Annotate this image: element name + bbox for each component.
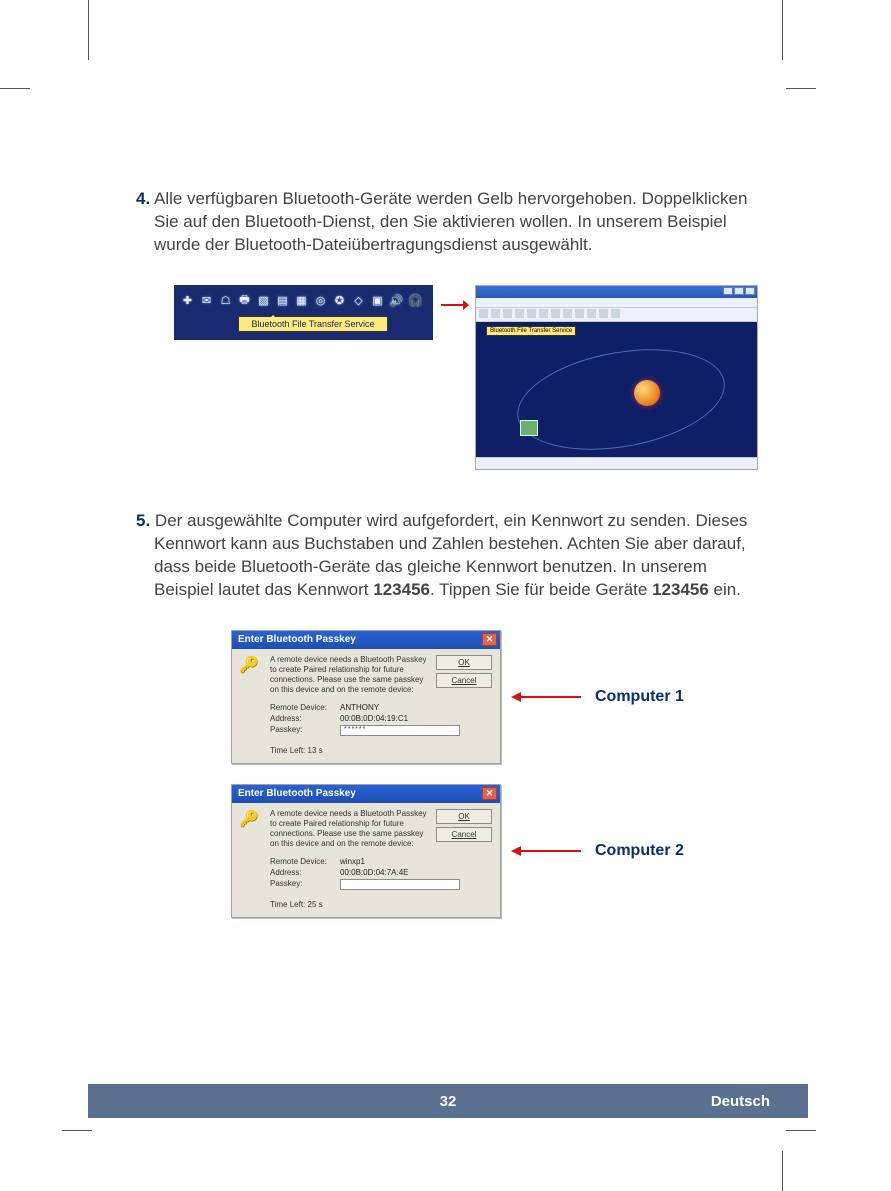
dialog-buttons: OK Cancel xyxy=(436,809,492,842)
step-4: 4. Alle verfügbaren Bluetooth-Geräte wer… xyxy=(136,188,758,257)
arrow-icon xyxy=(511,844,581,858)
dialog-body: 🔑 A remote device needs a Bluetooth Pass… xyxy=(232,649,500,763)
bluetooth-orbit-view: Bluetooth File Transfer Service xyxy=(476,322,757,457)
close-icon[interactable]: ✕ xyxy=(482,633,497,646)
dialogs-column: Enter Bluetooth Passkey ✕ 🔑 A remote dev… xyxy=(231,630,758,918)
time-left-text: Time Left: 25 s xyxy=(270,900,492,909)
icon-generic: ▧ xyxy=(256,293,271,308)
step-5-number: 5. xyxy=(136,511,150,530)
orbit-ellipse xyxy=(509,334,732,457)
crop-mark xyxy=(88,0,89,60)
dialog-fields: Remote Device: ANTHONY Address: 00:0B:0D… xyxy=(270,701,492,738)
page-footer: 32 Deutsch xyxy=(88,1084,808,1118)
passkey-label: Passkey: xyxy=(270,725,334,736)
dialog-title-text: Enter Bluetooth Passkey xyxy=(238,634,356,645)
figure-row-1: ✚ ✉ ☖ 🖶 ▧ ▤ ▦ ◎ ✪ ◇ ▣ 🔊 🎧 Bluetooth File… xyxy=(174,285,758,470)
icon-generic: ✚ xyxy=(180,293,195,308)
ok-button[interactable]: OK xyxy=(436,655,492,670)
device-icon xyxy=(520,420,538,436)
remote-device-label: Remote Device: xyxy=(270,857,334,866)
step-5-text-b: . Tippen Sie für beide Geräte xyxy=(430,580,652,599)
dialog-message: A remote device needs a Bluetooth Passke… xyxy=(270,809,430,849)
dialog-title-text: Enter Bluetooth Passkey xyxy=(238,788,356,799)
remote-device-label: Remote Device: xyxy=(270,703,334,712)
ok-button[interactable]: OK xyxy=(436,809,492,824)
page-number: 32 xyxy=(440,1093,457,1110)
address-label: Address: xyxy=(270,714,334,723)
address-label: Address: xyxy=(270,868,334,877)
remote-device-value: winxp1 xyxy=(340,857,365,866)
crop-mark xyxy=(62,1130,92,1131)
crop-mark xyxy=(786,1130,816,1131)
content-area: 4. Alle verfügbaren Bluetooth-Geräte wer… xyxy=(88,88,808,918)
arrow-icon xyxy=(439,285,469,325)
close-icon[interactable]: ✕ xyxy=(482,787,497,800)
step-5-password-1: 123456 xyxy=(373,580,430,599)
window-menubar xyxy=(476,298,757,308)
window-min-icon xyxy=(723,287,733,295)
dialog-message: A remote device needs a Bluetooth Passke… xyxy=(270,655,430,695)
time-left-text: Time Left: 13 s xyxy=(270,746,492,755)
toolbar-tooltip: Bluetooth File Transfer Service xyxy=(238,316,388,332)
icon-generic: 🎧 xyxy=(408,293,423,308)
footer-language: Deutsch xyxy=(711,1093,770,1110)
arrow-icon xyxy=(511,690,581,704)
passkey-dialog-2: Enter Bluetooth Passkey ✕ 🔑 A remote dev… xyxy=(231,784,501,918)
crop-mark xyxy=(782,0,783,60)
icon-generic: ◎ xyxy=(313,293,328,308)
window-toolbar xyxy=(476,308,757,322)
window-max-icon xyxy=(734,287,744,295)
screenshot-tooltip: Bluetooth File Transfer Service xyxy=(486,326,576,336)
icon-generic: ✉ xyxy=(199,293,214,308)
cancel-button[interactable]: Cancel xyxy=(436,827,492,842)
step-5: 5. Der ausgewählte Computer wird aufgefo… xyxy=(136,510,758,602)
passkey-input[interactable]: ****** xyxy=(340,725,460,736)
window-titlebar xyxy=(476,286,757,298)
page: 4. Alle verfügbaren Bluetooth-Geräte wer… xyxy=(88,88,808,1118)
passkey-input[interactable] xyxy=(340,879,460,890)
passkey-label: Passkey: xyxy=(270,879,334,890)
key-icon: 🔑 xyxy=(240,809,258,835)
icon-generic: ✪ xyxy=(332,293,347,308)
crop-mark xyxy=(0,88,30,89)
step-4-text: Alle verfügbaren Bluetooth-Geräte werden… xyxy=(154,189,747,254)
remote-device-value: ANTHONY xyxy=(340,703,379,712)
icon-generic: 🖶 xyxy=(237,293,252,308)
dialog-titlebar: Enter Bluetooth Passkey ✕ xyxy=(232,631,500,649)
bluetooth-places-screenshot: Bluetooth File Transfer Service xyxy=(475,285,758,470)
toolbar-icons: ✚ ✉ ☖ 🖶 ▧ ▤ ▦ ◎ ✪ ◇ ▣ 🔊 🎧 xyxy=(178,291,429,310)
passkey-dialog-1: Enter Bluetooth Passkey ✕ 🔑 A remote dev… xyxy=(231,630,501,764)
bluetooth-toolbar-figure: ✚ ✉ ☖ 🖶 ▧ ▤ ▦ ◎ ✪ ◇ ▣ 🔊 🎧 Bluetooth File… xyxy=(174,285,433,340)
dialog-row-2: Enter Bluetooth Passkey ✕ 🔑 A remote dev… xyxy=(231,784,758,918)
dialog-buttons: OK Cancel xyxy=(436,655,492,688)
step-5-password-2: 123456 xyxy=(652,580,709,599)
icon-generic: ◇ xyxy=(351,293,366,308)
icon-generic: ▤ xyxy=(275,293,290,308)
icon-generic: ☖ xyxy=(218,293,233,308)
dialog-titlebar: Enter Bluetooth Passkey ✕ xyxy=(232,785,500,803)
icon-generic: 🔊 xyxy=(389,293,404,308)
dialog-row-1: Enter Bluetooth Passkey ✕ 🔑 A remote dev… xyxy=(231,630,758,764)
step-5-text-c: ein. xyxy=(709,580,741,599)
window-close-icon xyxy=(745,287,755,295)
cancel-button[interactable]: Cancel xyxy=(436,673,492,688)
dialog-fields: Remote Device: winxp1 Address: 00:0B:0D:… xyxy=(270,855,492,892)
computer-2-label: Computer 2 xyxy=(595,842,684,860)
address-value: 00:0B:0D:04:19:C1 xyxy=(340,714,408,723)
icon-generic: ▣ xyxy=(370,293,385,308)
address-value: 00:0B:0D:04:7A:4E xyxy=(340,868,409,877)
window-statusbar xyxy=(476,457,757,469)
center-sphere-icon xyxy=(634,380,660,406)
key-icon: 🔑 xyxy=(240,655,258,681)
crop-mark xyxy=(782,1151,783,1191)
icon-generic: ▦ xyxy=(294,293,309,308)
dialog-body: 🔑 A remote device needs a Bluetooth Pass… xyxy=(232,803,500,917)
computer-1-label: Computer 1 xyxy=(595,688,684,706)
step-4-number: 4. xyxy=(136,189,150,208)
